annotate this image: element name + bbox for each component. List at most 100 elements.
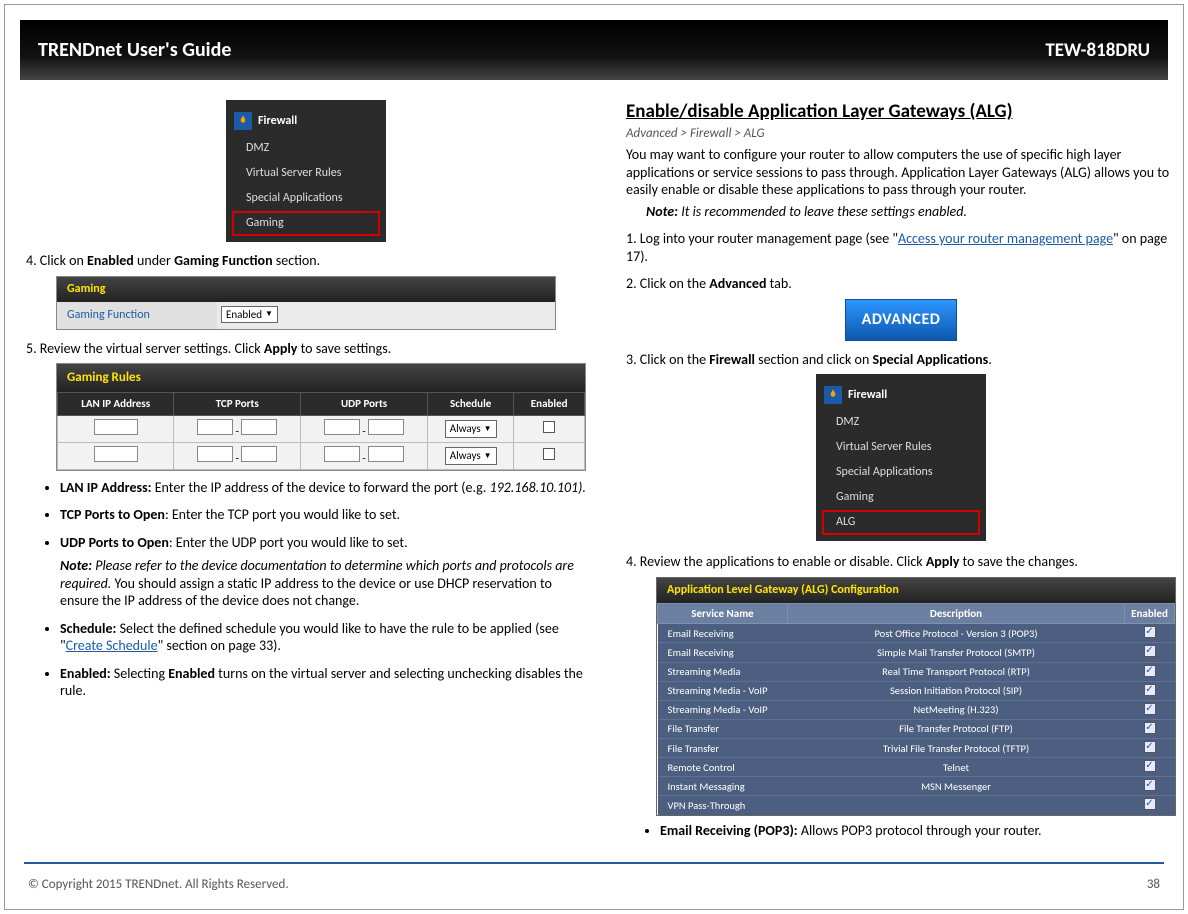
footer-divider: [24, 862, 1164, 864]
right-column: Enable/disable Application Layer Gateway…: [620, 92, 1182, 854]
alg-step1: 1. Log into your router management page …: [626, 230, 1176, 265]
step-4-text: 4. Click on Enabled under Gaming Functio…: [26, 252, 586, 270]
alg-service-name: VPN Pass-Through: [658, 796, 788, 815]
alg-col-desc: Description: [788, 603, 1125, 624]
gaming-function-label: Gaming Function: [57, 302, 217, 329]
col-schedule: Schedule: [428, 393, 514, 416]
udp-to-input[interactable]: [368, 419, 404, 435]
gaming-panel-head: Gaming: [57, 277, 555, 302]
alg-note: Note: It is recommended to leave these s…: [646, 203, 1176, 221]
copyright-text: © Copyright 2015 TRENDnet. All Rights Re…: [28, 877, 289, 892]
alg-intro-para: You may want to configure your router to…: [626, 146, 1176, 199]
udp-to-input[interactable]: [368, 446, 404, 462]
udp-from-input[interactable]: [324, 446, 360, 462]
schedule-select[interactable]: Always▼: [445, 447, 497, 465]
table-row: Remote ControlTelnet: [658, 758, 1175, 777]
alg-service-name: Email Receiving: [658, 643, 788, 662]
alg-panel-head: Application Level Gateway (ALG) Configur…: [657, 578, 1175, 603]
table-row: File TransferTrivial File Transfer Proto…: [658, 739, 1175, 758]
tcp-to-input[interactable]: [241, 419, 277, 435]
col-udp: UDP Ports: [301, 393, 428, 416]
firewall-menu-screenshot-2: Firewall DMZ Virtual Server Rules Specia…: [816, 374, 986, 541]
tcp-to-input[interactable]: [241, 446, 277, 462]
alg-enabled-checkbox[interactable]: [1144, 645, 1156, 657]
alg-enabled-checkbox[interactable]: [1144, 722, 1156, 734]
alg-section-title: Enable/disable Application Layer Gateway…: [626, 100, 1176, 124]
alg-description: Telnet: [788, 758, 1125, 777]
list-item: LAN IP Address: Enter the IP address of …: [60, 479, 586, 497]
access-router-page-link[interactable]: Access your router management page: [898, 230, 1113, 247]
alg-description: Real Time Transport Protocol (RTP): [788, 662, 1125, 681]
alg-enabled-checkbox[interactable]: [1144, 684, 1156, 696]
alg-col-service: Service Name: [658, 603, 788, 624]
fw-item: Special Applications: [226, 186, 386, 211]
fw-item-gaming-highlighted: Gaming: [232, 211, 380, 236]
alg-description: Session Initiation Protocol (SIP): [788, 681, 1125, 700]
lan-ip-input[interactable]: [94, 419, 138, 435]
fw-item-alg-highlighted: ALG: [822, 510, 980, 535]
alg-enabled-checkbox[interactable]: [1144, 760, 1156, 772]
fw-item: Gaming: [816, 485, 986, 510]
guide-title: TRENDnet User's Guide: [38, 38, 231, 62]
alg-description: Post Office Protocol - Version 3 (POP3): [788, 624, 1125, 643]
alg-enabled-checkbox[interactable]: [1144, 703, 1156, 715]
list-item: Enabled: Selecting Enabled turns on the …: [60, 665, 586, 700]
tcp-from-input[interactable]: [197, 419, 233, 435]
table-row: - - Always▼: [58, 416, 585, 443]
advanced-tab: ADVANCED: [845, 299, 958, 341]
alg-description: NetMeeting (H.323): [788, 700, 1125, 719]
step-5-text: 5. Review the virtual server settings. C…: [26, 340, 586, 358]
fw-item: DMZ: [226, 136, 386, 161]
alg-service-name: Remote Control: [658, 758, 788, 777]
page-footer: © Copyright 2015 TRENDnet. All Rights Re…: [28, 877, 1160, 892]
table-row: - - Always▼: [58, 442, 585, 469]
alg-service-name: File Transfer: [658, 719, 788, 738]
list-item: TCP Ports to Open: Enter the TCP port yo…: [60, 506, 586, 524]
alg-description: Trivial File Transfer Protocol (TFTP): [788, 739, 1125, 758]
page-header: TRENDnet User's Guide TEW-818DRU: [20, 20, 1168, 80]
alg-description: MSN Messenger: [788, 777, 1125, 796]
firewall-menu-title: Firewall: [258, 114, 297, 129]
gaming-rules-head: Gaming Rules: [57, 364, 585, 392]
table-row: Streaming MediaReal Time Transport Proto…: [658, 662, 1175, 681]
firewall-icon: [234, 112, 252, 130]
alg-service-name: Email Receiving: [658, 624, 788, 643]
table-row: Instant MessagingMSN Messenger: [658, 777, 1175, 796]
enabled-checkbox[interactable]: [543, 421, 555, 433]
fw-item: DMZ: [816, 410, 986, 435]
alg-service-name: Streaming Media - VoIP: [658, 700, 788, 719]
alg-enabled-checkbox[interactable]: [1144, 798, 1156, 810]
alg-service-name: Streaming Media - VoIP: [658, 681, 788, 700]
tcp-from-input[interactable]: [197, 446, 233, 462]
enabled-checkbox[interactable]: [543, 448, 555, 460]
schedule-select[interactable]: Always▼: [445, 420, 497, 438]
fw-item: Virtual Server Rules: [226, 161, 386, 186]
alg-description: Simple Mail Transfer Protocol (SMTP): [788, 643, 1125, 662]
alg-step4: 4. Review the applications to enable or …: [626, 553, 1176, 571]
table-row: Email ReceivingSimple Mail Transfer Prot…: [658, 643, 1175, 662]
alg-enabled-checkbox[interactable]: [1144, 779, 1156, 791]
lan-ip-input[interactable]: [94, 446, 138, 462]
alg-enabled-checkbox[interactable]: [1144, 741, 1156, 753]
alg-enabled-checkbox[interactable]: [1144, 626, 1156, 638]
gaming-function-panel: Gaming Gaming Function Enabled ▼: [56, 276, 556, 330]
create-schedule-link[interactable]: Create Schedule: [66, 637, 158, 654]
alg-enabled-checkbox[interactable]: [1144, 665, 1156, 677]
table-row: File TransferFile Transfer Protocol (FTP…: [658, 719, 1175, 738]
firewall-icon: [824, 386, 842, 404]
gaming-rules-panel: Gaming Rules LAN IP Address TCP Ports UD…: [56, 363, 586, 471]
alg-step2: 2. Click on the Advanced tab.: [626, 275, 1176, 293]
alg-step3: 3. Click on the Firewall section and cli…: [626, 351, 1176, 369]
alg-col-enabled: Enabled: [1125, 603, 1175, 624]
model-number: TEW-818DRU: [1045, 39, 1150, 62]
chevron-down-icon: ▼: [484, 451, 492, 461]
alg-config-panel: Application Level Gateway (ALG) Configur…: [656, 577, 1176, 816]
udp-from-input[interactable]: [324, 419, 360, 435]
col-lan-ip: LAN IP Address: [58, 393, 174, 416]
gaming-function-select[interactable]: Enabled ▼: [221, 306, 278, 324]
chevron-down-icon: ▼: [484, 424, 492, 434]
table-row: Streaming Media - VoIPNetMeeting (H.323): [658, 700, 1175, 719]
table-row: VPN Pass-Through: [658, 796, 1175, 815]
alg-service-name: Streaming Media: [658, 662, 788, 681]
table-row: Email ReceivingPost Office Protocol - Ve…: [658, 624, 1175, 643]
